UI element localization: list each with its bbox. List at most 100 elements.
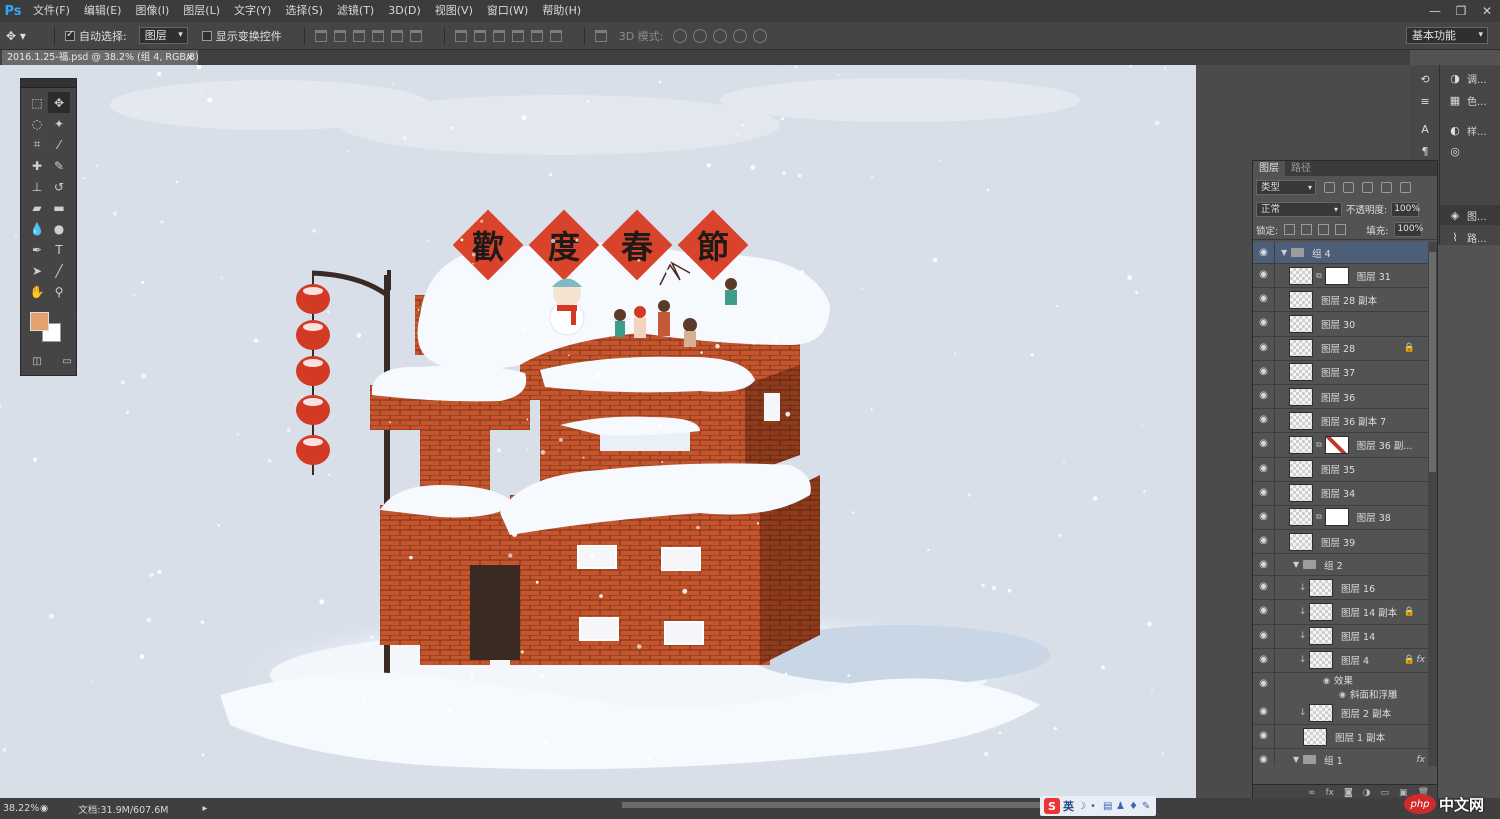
rotate3d-icon[interactable] (673, 28, 688, 43)
align-right-icon[interactable] (409, 29, 422, 42)
slide3d-icon[interactable] (733, 28, 748, 43)
filter-type-icon[interactable] (1362, 181, 1373, 193)
roll3d-icon[interactable] (693, 28, 708, 43)
fill-input[interactable]: 100% (1394, 222, 1423, 237)
layer-row[interactable]: ◉ ↓ 图层 4 🔒 fx (1253, 648, 1429, 673)
effect-eye-icon[interactable]: ◉ (1323, 676, 1330, 685)
menu-item[interactable]: 窗口(W) (480, 0, 535, 22)
layer-row[interactable]: ◉ 图层 28 副本 (1253, 288, 1429, 313)
eye-icon[interactable]: ◉ (1253, 360, 1275, 384)
eye-icon[interactable]: ◉ (1253, 384, 1275, 409)
menu-item[interactable]: 3D(D) (381, 0, 428, 22)
align-vcenter-icon[interactable] (333, 29, 346, 42)
eye-icon[interactable]: ◉ (1253, 701, 1275, 725)
healing-icon[interactable]: ✚ (26, 155, 48, 176)
align-top-icon[interactable] (314, 29, 327, 42)
checkbox-box[interactable] (201, 30, 212, 41)
fx-icon[interactable]: fx (1325, 788, 1334, 798)
new-group-icon[interactable]: ▭ (1381, 788, 1390, 798)
mask-icon[interactable]: ◙ (1344, 788, 1353, 798)
document-tab[interactable]: 2016.1.25-福.psd @ 38.2% (组 4, RGB/8) * × (2, 50, 198, 65)
adjustment-layer-icon[interactable]: ◑ (1363, 788, 1371, 798)
layer-row[interactable]: ◉ ▼ 组 2 (1253, 554, 1429, 577)
menu-item[interactable]: 选择(S) (278, 0, 330, 22)
eye-icon[interactable]: ◉ (1253, 554, 1275, 576)
move-tool-preset[interactable]: ✥ ▾ (6, 26, 44, 46)
layer-row[interactable]: ◉ 图层 37 (1253, 360, 1429, 385)
eyedropper-icon[interactable]: ⁄ (48, 134, 70, 155)
fx-badge[interactable]: fx (1417, 755, 1426, 765)
layer-row[interactable]: ◉ 图层 1 副本 (1253, 725, 1429, 750)
gradient-icon[interactable]: ▬ (48, 197, 70, 218)
eraser-icon[interactable]: ▰ (26, 197, 48, 218)
menu-item[interactable]: 图像(I) (128, 0, 176, 22)
layer-row[interactable]: ◉ 图层 39 (1253, 530, 1429, 555)
moon-icon[interactable]: ☽ (1077, 801, 1087, 812)
distribute-hcenter-icon[interactable] (530, 29, 543, 42)
marquee-icon[interactable]: ⬚ (26, 92, 48, 113)
close-icon[interactable]: ✕ (1474, 0, 1500, 22)
layer-row[interactable]: ◉ ⧉ 图层 36 副... (1253, 433, 1429, 458)
skin-icon[interactable]: ♦ (1129, 801, 1139, 812)
disclosure-triangle-icon[interactable]: ▼ (1281, 248, 1287, 257)
character-icon[interactable]: A (1418, 123, 1432, 136)
swatches-button[interactable]: ▦ 色... (1448, 93, 1487, 108)
eye-icon[interactable]: ◉ (1253, 312, 1275, 336)
history-icon[interactable]: ⟲ (1418, 73, 1432, 86)
menu-item[interactable]: 滤镜(T) (330, 0, 381, 22)
eye-icon[interactable] (1253, 687, 1275, 701)
eye-icon[interactable]: ◉ (1253, 242, 1275, 263)
eye-icon[interactable]: ◉ (1253, 530, 1275, 554)
eye-icon[interactable]: ◉ (1253, 457, 1275, 481)
foreground-color-swatch[interactable] (30, 312, 49, 331)
layer-row[interactable]: ◉ 图层 35 (1253, 457, 1429, 482)
chain-icon[interactable]: ⧉ (1316, 271, 1322, 281)
ime-mode[interactable]: 英 (1063, 798, 1074, 814)
filter-smart-icon[interactable] (1400, 181, 1411, 193)
layer-mask-thumbnail[interactable] (1324, 435, 1349, 454)
layer-row[interactable]: ◉ ↓ 图层 16 (1253, 576, 1429, 601)
eye-icon[interactable]: ◉ (1253, 409, 1275, 433)
tool-icon[interactable]: ✎ (1142, 801, 1152, 812)
paragraph-icon[interactable]: ¶ (1418, 145, 1432, 158)
chain-icon[interactable]: ⧉ (1316, 512, 1322, 522)
show-transform-checkbox[interactable]: 显示变换控件 (201, 28, 282, 44)
adjust-button[interactable]: ◑ 调... (1448, 71, 1486, 86)
menu-item[interactable]: 编辑(E) (77, 0, 129, 22)
paths-button[interactable]: ⌇ 路... (1448, 230, 1486, 245)
eye-icon[interactable]: ◉ (1253, 648, 1275, 672)
type-icon[interactable]: T (48, 239, 70, 260)
blur-icon[interactable]: 💧 (26, 218, 48, 239)
scale3d-icon[interactable] (753, 28, 768, 43)
filter-adjust-icon[interactable] (1343, 181, 1354, 193)
lock-image-icon[interactable] (1301, 224, 1313, 235)
history-brush-icon[interactable]: ↺ (48, 176, 70, 197)
workspace-dropdown[interactable]: 基本功能 (1406, 27, 1488, 44)
link-icon[interactable]: ∞ (1308, 788, 1316, 798)
auto-select-checkbox[interactable]: 自动选择: (65, 28, 127, 44)
distribute-left-icon[interactable] (511, 29, 524, 42)
layer-row[interactable]: ◉ 图层 30 (1253, 312, 1429, 337)
layer-row[interactable]: ◉ 图层 36 (1253, 384, 1429, 410)
toolbox-header[interactable] (21, 79, 76, 88)
blend-mode-dropdown[interactable]: 正常 (1256, 201, 1342, 217)
stamp-icon[interactable]: ⊥ (26, 176, 48, 197)
zoom-icon[interactable]: ⚲ (48, 281, 70, 302)
lasso-icon[interactable]: ◌ (26, 113, 48, 134)
disclosure-triangle-icon[interactable]: ▼ (1293, 560, 1299, 569)
eye-icon[interactable]: ◉ (1253, 481, 1275, 505)
distribute-bottom-icon[interactable] (492, 29, 505, 42)
brush-panel-icon[interactable]: ≡ (1418, 95, 1432, 108)
align-bottom-icon[interactable] (352, 29, 365, 42)
doc-info-icon[interactable]: ◉ (40, 803, 48, 814)
lock-position-icon[interactable] (1318, 224, 1330, 235)
eye-icon[interactable]: ◉ (1253, 725, 1275, 749)
user-icon[interactable]: ♟ (1116, 801, 1126, 812)
dodge-icon[interactable]: ● (48, 218, 70, 239)
layer-row[interactable]: ◉ ↓ 图层 14 副本 🔒 (1253, 600, 1429, 625)
opacity-input[interactable]: 100% (1391, 201, 1420, 217)
layer-row[interactable]: ◉ 图层 28 🔒 (1253, 336, 1429, 361)
distribute-right-icon[interactable] (549, 29, 562, 42)
layer-row[interactable]: ◉ 图层 36 副本 7 (1253, 409, 1429, 434)
chain-icon[interactable]: ⧉ (1316, 440, 1322, 450)
